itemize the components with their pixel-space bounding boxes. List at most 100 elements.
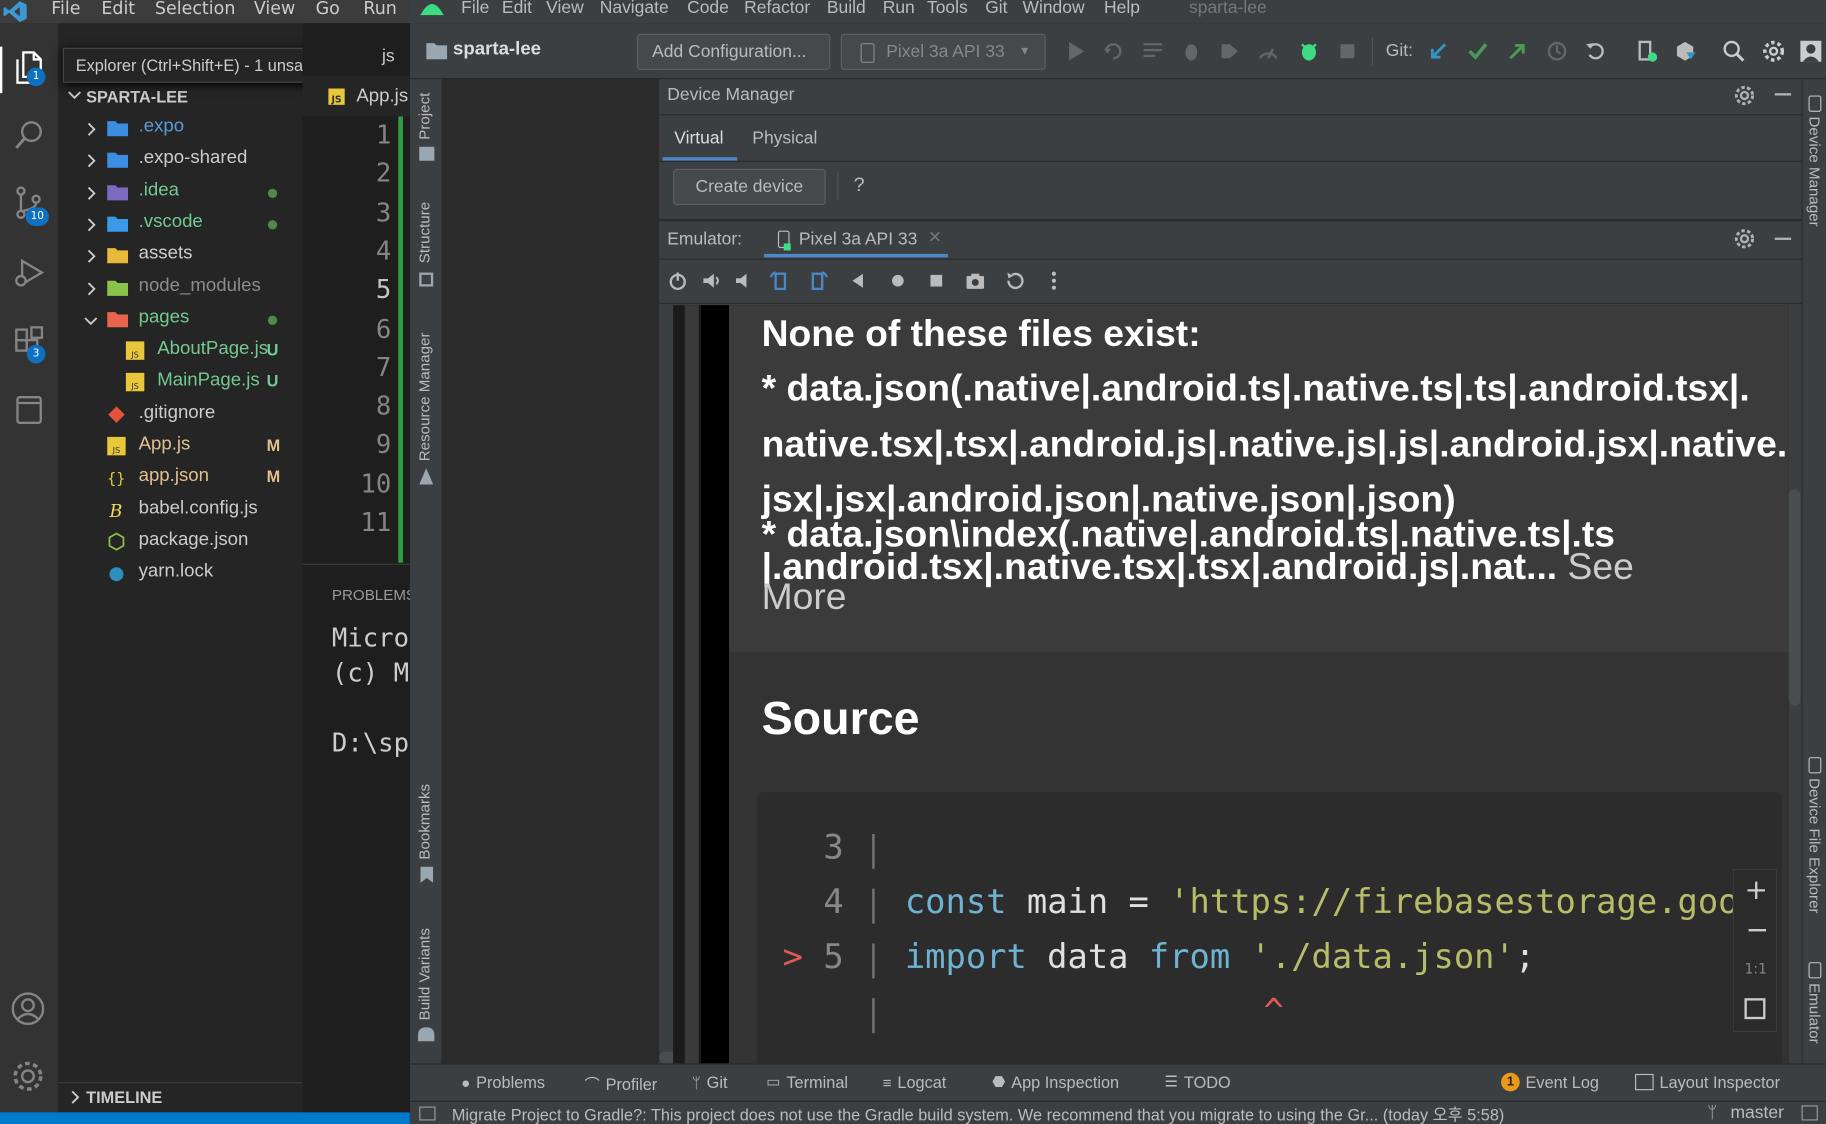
tree-file[interactable]: package.json — [58, 526, 303, 557]
studio-menu-refactor[interactable]: Refactor — [744, 0, 810, 17]
chevron-down-icon[interactable] — [68, 87, 82, 101]
git-branch[interactable]: master — [1731, 1103, 1784, 1123]
editor-tab-partial[interactable]: js — [382, 47, 395, 67]
create-device-button[interactable]: Create device — [673, 168, 826, 205]
attach-debugger-icon[interactable] — [1257, 40, 1280, 63]
vscode-menu-go[interactable]: Go — [316, 0, 340, 19]
stop-icon[interactable] — [1336, 40, 1359, 63]
vscode-menu-file[interactable]: File — [51, 0, 80, 19]
event-log-button[interactable]: 1 Event Log — [1501, 1072, 1599, 1092]
git-history-icon[interactable] — [1545, 40, 1568, 63]
tree-file[interactable]: {} app.json M — [58, 463, 303, 494]
studio-menu-file[interactable]: File — [461, 0, 489, 17]
studio-menu-tools[interactable]: Tools — [927, 0, 968, 17]
settings-gear-icon[interactable] — [1733, 84, 1756, 107]
chevron-right-icon[interactable] — [68, 1090, 82, 1104]
studio-menu-help[interactable]: Help — [1104, 0, 1140, 17]
camera-icon[interactable] — [964, 270, 985, 291]
tool-bookmarks[interactable]: Bookmarks — [416, 784, 433, 860]
tab-physical[interactable]: Physical — [752, 128, 817, 148]
emulator-device-tab[interactable]: Pixel 3a API 33 ✕ — [763, 222, 948, 258]
device-manager-toolbar-icon[interactable] — [1635, 40, 1658, 63]
see-more-link-2[interactable]: More — [762, 575, 847, 618]
snapshot-icon[interactable] — [1004, 270, 1025, 291]
run-icon[interactable] — [1064, 40, 1087, 63]
tree-folder[interactable]: .vscode — [58, 208, 303, 239]
source-control-icon[interactable]: 10 — [9, 182, 49, 226]
tool-device-file-explorer[interactable]: Device File Explorer — [1806, 778, 1823, 913]
zoom-actual-size-button[interactable]: 1:1 — [1744, 961, 1766, 977]
run-debug-icon[interactable] — [9, 252, 49, 294]
remote-explorer-icon[interactable] — [9, 389, 49, 431]
tree-folder[interactable]: assets — [58, 240, 303, 271]
tool-build-variants[interactable]: Build Variants — [416, 928, 433, 1020]
device-select[interactable]: Pixel 3a API 33 ▼ — [840, 33, 1046, 70]
tree-folder[interactable]: .expo-shared — [58, 145, 303, 176]
tool-structure[interactable]: Structure — [416, 202, 433, 263]
studio-menu-edit[interactable]: Edit — [502, 0, 532, 17]
home-icon[interactable] — [887, 270, 908, 291]
volume-down-icon[interactable] — [734, 270, 755, 291]
volume-up-icon[interactable] — [701, 270, 722, 291]
tab-virtual[interactable]: Virtual — [674, 128, 723, 148]
tree-file[interactable]: JS AboutPage.js U — [58, 336, 303, 367]
tree-folder[interactable]: node_modules — [58, 272, 303, 303]
tool-resource-manager[interactable]: Resource Manager — [416, 332, 433, 461]
zoom-in-button[interactable]: + — [1744, 874, 1767, 907]
vscode-menu-run[interactable]: Run — [363, 0, 396, 19]
tool-device-manager[interactable]: Device Manager — [1806, 116, 1823, 226]
studio-menu-navigate[interactable]: Navigate — [600, 0, 669, 17]
status-message[interactable]: Migrate Project to Gradle?: This project… — [452, 1103, 1505, 1124]
apply-code-changes-icon[interactable] — [1141, 40, 1164, 63]
user-avatar-icon[interactable] — [1799, 40, 1822, 63]
power-icon[interactable] — [667, 270, 688, 291]
tree-folder[interactable]: .idea — [58, 177, 303, 208]
sdk-manager-icon[interactable] — [1673, 40, 1696, 63]
search-icon[interactable] — [9, 114, 49, 156]
settings-gear-icon[interactable] — [1762, 40, 1785, 63]
tree-file[interactable]: JS MainPage.js U — [58, 367, 303, 398]
studio-menu-window[interactable]: Window — [1022, 0, 1084, 17]
account-icon[interactable] — [7, 988, 49, 1030]
git-push-icon[interactable] — [1506, 40, 1529, 63]
editor-breadcrumb-file[interactable]: App.js — [356, 86, 408, 107]
project-name[interactable]: sparta-lee — [453, 40, 541, 61]
zoom-out-button[interactable]: − — [1746, 913, 1769, 946]
layout-inspector-button[interactable]: Layout Inspector — [1635, 1073, 1780, 1091]
notifications-icon[interactable] — [1801, 1105, 1818, 1121]
explorer-project-title[interactable]: SPARTA-LEE — [86, 87, 188, 106]
tree-file[interactable]: Bbabel.config.js — [58, 495, 303, 526]
more-options-icon[interactable] — [1043, 270, 1064, 291]
bottom-tab-todo[interactable]: ☰ TODO — [1165, 1073, 1231, 1092]
extensions-icon[interactable]: 3 — [9, 321, 49, 364]
studio-menu-view[interactable]: View — [546, 0, 584, 17]
android-bug-icon[interactable] — [1297, 40, 1320, 63]
studio-menu-build[interactable]: Build — [827, 0, 866, 17]
git-update-icon[interactable] — [1427, 40, 1450, 63]
timeline-section[interactable]: TIMELINE — [86, 1088, 162, 1107]
studio-menu-code[interactable]: Code — [687, 0, 729, 17]
explorer-icon[interactable]: 1 — [9, 47, 49, 89]
studio-menu-git[interactable]: Git — [985, 0, 1007, 17]
apply-changes-icon[interactable] — [1102, 40, 1125, 63]
profile-icon[interactable] — [1218, 40, 1241, 63]
settings-gear-icon[interactable] — [7, 1055, 49, 1097]
bottom-tab-profiler[interactable]: ⌒ Profiler — [585, 1073, 658, 1095]
tree-file[interactable]: JS App.js M — [58, 431, 303, 462]
bottom-tab-git[interactable]: ᛘ Git — [692, 1073, 728, 1092]
add-configuration-button[interactable]: Add Configuration... — [637, 33, 831, 70]
vscode-menu-selection[interactable]: Selection — [155, 0, 236, 19]
back-icon[interactable] — [848, 270, 869, 291]
minimize-icon[interactable] — [1774, 237, 1792, 240]
studio-menu-run[interactable]: Run — [883, 0, 915, 17]
settings-gear-icon[interactable] — [1733, 227, 1756, 250]
search-everywhere-icon[interactable] — [1722, 40, 1745, 63]
overview-icon[interactable] — [926, 270, 947, 291]
tool-project[interactable]: Project — [416, 93, 433, 140]
tree-file[interactable]: .gitignore — [58, 399, 303, 430]
vscode-menu-edit[interactable]: Edit — [101, 0, 135, 19]
debug-icon[interactable] — [1180, 40, 1203, 63]
tree-folder[interactable]: .expo — [58, 113, 303, 144]
bottom-tab-problems[interactable]: ● Problems — [461, 1073, 545, 1092]
bottom-tab-terminal[interactable]: ▭ Terminal — [766, 1073, 848, 1092]
